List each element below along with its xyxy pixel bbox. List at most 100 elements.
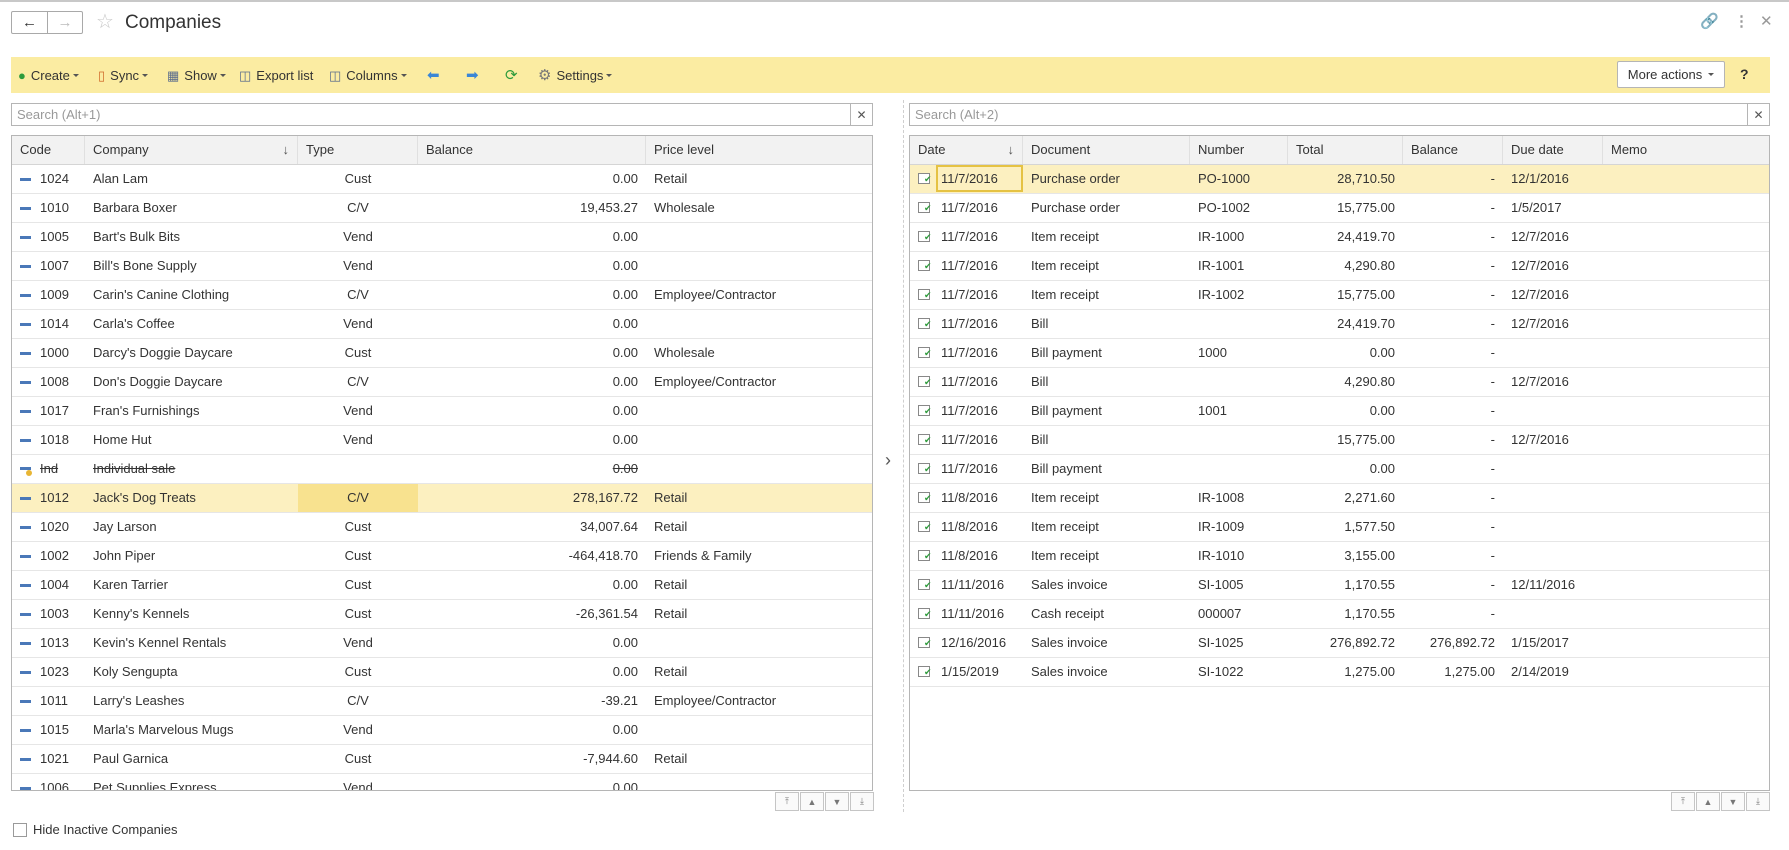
table-row[interactable]: 1005 Bart's Bulk Bits Vend 0.00 bbox=[12, 223, 872, 252]
scroll-top-icon[interactable]: ⤒ bbox=[1671, 792, 1695, 811]
scroll-down-icon[interactable]: ▼ bbox=[1721, 792, 1745, 811]
table-row[interactable]: 1000 Darcy's Doggie Daycare Cust 0.00 Wholes… bbox=[12, 339, 872, 368]
table-row[interactable]: 1020 Jay Larson Cust 34,007.64 Retail bbox=[12, 513, 872, 542]
cell-document: Bill bbox=[1031, 316, 1049, 331]
table-row[interactable]: 11/8/2016 Item receipt IR-1008 2,271.60 - bbox=[910, 484, 1769, 513]
link-icon[interactable]: 🔗 bbox=[1700, 13, 1719, 31]
forward-button[interactable]: → bbox=[47, 12, 82, 33]
table-row[interactable]: 1021 Paul Garnica Cust -7,944.60 Retail bbox=[12, 745, 872, 774]
scroll-bottom-icon[interactable]: ⤓ bbox=[850, 792, 874, 811]
hide-inactive-checkbox[interactable]: Hide Inactive Companies bbox=[13, 822, 178, 837]
table-row[interactable]: 1014 Carla's Coffee Vend 0.00 bbox=[12, 310, 872, 339]
table-row[interactable]: 11/7/2016 Bill 4,290.80 - 12/7/2016 bbox=[910, 368, 1769, 397]
clear-search-right-button[interactable]: ✕ bbox=[1747, 104, 1769, 125]
table-row[interactable]: 11/7/2016 Purchase order PO-1000 28,710.50 -… bbox=[910, 165, 1769, 194]
help-button[interactable]: ? bbox=[1740, 66, 1749, 82]
create-label: Create bbox=[30, 67, 70, 83]
favorite-star-icon[interactable]: ☆ bbox=[96, 12, 114, 32]
table-row[interactable]: 1018 Home Hut Vend 0.00 bbox=[12, 426, 872, 455]
clear-search-left-button[interactable]: ✕ bbox=[850, 104, 872, 125]
more-vertical-icon[interactable]: ⋮ bbox=[1734, 13, 1749, 31]
table-row[interactable]: 11/7/2016 Item receipt IR-1002 15,775.00 - 12… bbox=[910, 281, 1769, 310]
companies-search-input[interactable] bbox=[12, 104, 850, 125]
next-arrow-button[interactable]: ➡ bbox=[466, 66, 479, 84]
cell-type: C/V bbox=[347, 200, 369, 215]
cell-document: Bill payment bbox=[1031, 345, 1102, 360]
cell-number: 1001 bbox=[1198, 403, 1227, 418]
caret-down-icon bbox=[400, 73, 407, 77]
scroll-top-icon[interactable]: ⤒ bbox=[775, 792, 799, 811]
table-row[interactable]: Ind Individual sale 0.00 bbox=[12, 455, 872, 484]
table-row[interactable]: 1024 Alan Lam Cust 0.00 Retail bbox=[12, 165, 872, 194]
cell-number: PO-1000 bbox=[1198, 171, 1251, 186]
column-header-balance[interactable]: Balance bbox=[1403, 136, 1503, 164]
column-header-code[interactable]: Code bbox=[12, 136, 85, 164]
settings-button[interactable]: ⚙ Settings bbox=[538, 66, 613, 84]
sync-button[interactable]: ▯ Sync bbox=[98, 66, 149, 84]
table-row[interactable]: 11/7/2016 Bill payment 1000 0.00 - bbox=[910, 339, 1769, 368]
scroll-up-icon[interactable]: ▲ bbox=[1696, 792, 1720, 811]
scroll-down-icon[interactable]: ▼ bbox=[825, 792, 849, 811]
company-icon bbox=[20, 758, 31, 761]
document-check-icon bbox=[918, 376, 932, 387]
table-row[interactable]: 1015 Marla's Marvelous Mugs Vend 0.00 bbox=[12, 716, 872, 745]
table-row[interactable]: 1004 Karen Tarrier Cust 0.00 Retail bbox=[12, 571, 872, 600]
table-row[interactable]: 11/11/2016 Cash receipt 000007 1,170.55 - bbox=[910, 600, 1769, 629]
transactions-scroll-controls: ⤒ ▲ ▼ ⤓ bbox=[1670, 792, 1770, 811]
table-row[interactable]: 1/15/2019 Sales invoice SI-1022 1,275.00 1,2… bbox=[910, 658, 1769, 687]
scroll-up-icon[interactable]: ▲ bbox=[800, 792, 824, 811]
column-header-memo[interactable]: Memo bbox=[1603, 136, 1769, 164]
column-header-price-level[interactable]: Price level bbox=[646, 136, 872, 164]
column-header-total[interactable]: Total bbox=[1288, 136, 1403, 164]
column-header-type[interactable]: Type bbox=[298, 136, 418, 164]
table-row[interactable]: 12/16/2016 Sales invoice SI-1025 276,892.72… bbox=[910, 629, 1769, 658]
table-row[interactable]: 11/7/2016 Bill payment 1001 0.00 - bbox=[910, 397, 1769, 426]
column-header-number[interactable]: Number bbox=[1190, 136, 1288, 164]
export-list-button[interactable]: ◫ Export list bbox=[239, 66, 313, 84]
chevron-right-icon[interactable]: › bbox=[885, 450, 891, 471]
table-row[interactable]: 1009 Carin's Canine Clothing C/V 0.00 Employ… bbox=[12, 281, 872, 310]
table-row[interactable]: 11/7/2016 Bill payment 0.00 - bbox=[910, 455, 1769, 484]
table-row[interactable]: 1007 Bill's Bone Supply Vend 0.00 bbox=[12, 252, 872, 281]
table-row[interactable]: 11/8/2016 Item receipt IR-1009 1,577.50 - bbox=[910, 513, 1769, 542]
back-button[interactable]: ← bbox=[12, 12, 47, 33]
cell-balance: -464,418.70 bbox=[568, 548, 638, 563]
table-row[interactable]: 1010 Barbara Boxer C/V 19,453.27 Wholesale bbox=[12, 194, 872, 223]
document-check-icon bbox=[918, 637, 932, 648]
column-header-balance[interactable]: Balance bbox=[418, 136, 646, 164]
column-header-date[interactable]: Date bbox=[910, 136, 1023, 164]
cell-memo bbox=[1611, 426, 1769, 454]
columns-button[interactable]: ◫ Columns bbox=[329, 66, 407, 84]
show-button[interactable]: ▦ Show bbox=[167, 66, 226, 84]
column-header-company[interactable]: Company bbox=[85, 136, 298, 164]
scroll-bottom-icon[interactable]: ⤓ bbox=[1746, 792, 1770, 811]
column-header-due-date[interactable]: Due date bbox=[1503, 136, 1603, 164]
table-row[interactable]: 1011 Larry's Leashes C/V -39.21 Employee/Con… bbox=[12, 687, 872, 716]
previous-arrow-button[interactable]: ⬅ bbox=[427, 66, 440, 84]
table-row[interactable]: 11/7/2016 Item receipt IR-1000 24,419.70 - 12… bbox=[910, 223, 1769, 252]
table-row[interactable]: 11/7/2016 Item receipt IR-1001 4,290.80 - 12/… bbox=[910, 252, 1769, 281]
table-row[interactable]: 1008 Don's Doggie Daycare C/V 0.00 Employee/… bbox=[12, 368, 872, 397]
column-header-document[interactable]: Document bbox=[1023, 136, 1190, 164]
table-row[interactable]: 11/7/2016 Bill 24,419.70 - 12/7/2016 bbox=[910, 310, 1769, 339]
table-row[interactable]: 1023 Koly Sengupta Cust 0.00 Retail bbox=[12, 658, 872, 687]
table-row[interactable]: 1002 John Piper Cust -464,418.70 Friends & F… bbox=[12, 542, 872, 571]
table-row[interactable]: 1012 Jack's Dog Treats C/V 278,167.72 Retail bbox=[12, 484, 872, 513]
settings-label: Settings bbox=[556, 67, 604, 83]
transactions-search-input[interactable] bbox=[910, 104, 1747, 125]
table-row[interactable]: 1006 Pet Supplies Express Vend 0.00 bbox=[12, 774, 872, 790]
table-row[interactable]: 11/8/2016 Item receipt IR-1010 3,155.00 - bbox=[910, 542, 1769, 571]
table-row[interactable]: 1003 Kenny's Kennels Cust -26,361.54 Retail bbox=[12, 600, 872, 629]
table-row[interactable]: 11/7/2016 Bill 15,775.00 - 12/7/2016 bbox=[910, 426, 1769, 455]
more-actions-button[interactable]: More actions bbox=[1617, 61, 1725, 88]
table-row[interactable]: 1017 Fran's Furnishings Vend 0.00 bbox=[12, 397, 872, 426]
create-button[interactable]: ● Create bbox=[18, 66, 79, 84]
table-row[interactable]: 11/7/2016 Purchase order PO-1002 15,775.00 -… bbox=[910, 194, 1769, 223]
cell-type: Vend bbox=[343, 229, 373, 244]
table-row[interactable]: 11/11/2016 Sales invoice SI-1005 1,170.55 - 1… bbox=[910, 571, 1769, 600]
close-icon[interactable]: ✕ bbox=[1760, 13, 1773, 31]
refresh-button[interactable]: ⟳ bbox=[505, 66, 518, 84]
more-actions-label: More actions bbox=[1627, 67, 1703, 82]
cell-balance: 0.00 bbox=[612, 461, 638, 476]
table-row[interactable]: 1013 Kevin's Kennel Rentals Vend 0.00 bbox=[12, 629, 872, 658]
